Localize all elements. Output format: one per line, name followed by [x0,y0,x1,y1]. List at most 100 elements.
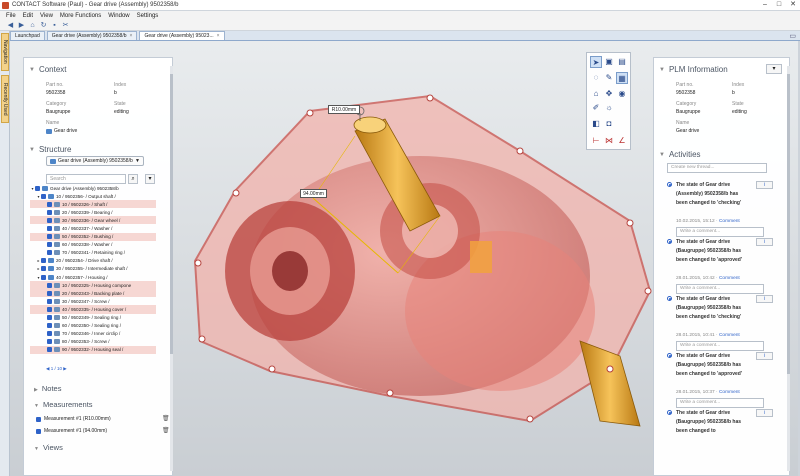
structure-search-input[interactable]: Search [46,174,126,184]
checkbox[interactable] [47,242,52,248]
radius-measurement-label[interactable]: R10.00mm [328,105,360,114]
activity-info-button[interactable]: i [756,238,773,246]
filter-icon[interactable]: ▾ [145,174,155,184]
forward-icon[interactable]: ▶ [17,22,26,30]
checkbox[interactable] [47,226,52,232]
tree-row[interactable]: ▾ 10 / 9502356- / Output shaft / [30,192,156,200]
checkbox[interactable] [41,258,46,264]
checkbox[interactable] [41,274,46,280]
select-cursor-icon[interactable]: ➤ [590,56,602,68]
tree-row[interactable]: 50 / 9502352- / Bushing / [30,232,156,241]
maximize-icon[interactable]: □ [772,0,786,10]
comment-icon[interactable]: ◌ [590,72,602,84]
tree-row[interactable]: 30 / 9502336- / Gear wheel / [30,216,156,225]
sun-icon[interactable]: ☼ [603,102,615,114]
panel-icon[interactable]: ▤ [616,56,628,68]
scrollbar-thumb[interactable] [787,74,790,374]
comment-input[interactable]: Write a comment... [676,398,764,408]
measure-tool-icon[interactable]: ✐ [590,102,602,114]
delete-icon[interactable]: 🗑 [162,415,170,422]
save-icon[interactable]: ▪ [50,22,59,30]
activity-info-button[interactable]: i [756,352,773,360]
checkbox[interactable] [47,347,52,353]
checkbox[interactable] [36,428,41,434]
side-tab-recently-used[interactable]: Recently Used [1,75,9,123]
delete-icon[interactable]: 🗑 [162,427,170,434]
measurements-header[interactable]: ▼ Measurements [34,400,93,409]
explode-icon[interactable]: ⋈ [603,135,615,147]
checkbox[interactable] [47,298,52,304]
length-measurement-label[interactable]: 94.00mm [300,189,327,198]
notes-header[interactable]: ▶ Notes [34,384,61,393]
snapshot-icon[interactable]: ◘ [603,118,615,130]
tree-row[interactable]: 20 / 9502343- / Backing plate / [30,289,156,298]
tree-pager[interactable]: ◀ 1 / 10 ▶ [46,366,67,372]
close-tab-icon[interactable]: × [217,33,220,39]
tree-row[interactable]: 70 / 9502341- / Retaining ring / [30,249,156,257]
tree-row[interactable]: 60 / 9502338- / Washer / [30,241,156,249]
search-icon[interactable]: ⌕ [128,174,138,184]
checkbox[interactable] [47,201,52,207]
context-scrollbar[interactable] [170,66,173,471]
measurement-item[interactable]: Measurement #1 (R10.00mm) [36,416,111,422]
eye-icon[interactable]: ◉ [616,88,628,100]
structure-selector[interactable]: Gear drive (Assembly) 9502358/b ▼ [46,156,144,166]
activities-header[interactable]: ▼ Activities [659,150,701,159]
checkbox[interactable] [47,323,52,329]
tree-row[interactable]: 10 / 9502325- / Housing compone [30,281,156,290]
section-icon[interactable]: ◧ [590,118,602,130]
prev-page-icon[interactable]: ◀ [46,366,49,371]
comment-link[interactable]: Comment [719,333,740,338]
angle-icon[interactable]: ∠ [616,135,628,147]
3d-viewport[interactable]: R10.00mm 94.00mm ▼ Context Part no. 950235… [10,41,800,476]
back-icon[interactable]: ◀ [6,22,15,30]
plm-scrollbar[interactable] [787,66,790,471]
move-icon[interactable]: ✥ [603,88,615,100]
structure-header[interactable]: ▼ Structure [29,145,71,154]
tab-gear-drive-1[interactable]: Gear drive (Assembly) 9502358/b × [46,31,138,40]
home-view-icon[interactable]: ⌂ [590,88,602,100]
comment-input[interactable]: Write a comment... [676,284,764,294]
comment-link[interactable]: Comment [719,390,740,395]
tree-row[interactable]: 40 / 9502335- / Housing cover / [30,305,156,314]
next-page-icon[interactable]: ▶ [63,366,66,371]
menu-view[interactable]: View [40,13,53,19]
checkbox[interactable] [47,331,52,337]
minimize-icon[interactable]: – [758,0,772,10]
comment-input[interactable]: Write a comment... [676,227,764,237]
context-header[interactable]: ▼ Context [29,65,67,74]
tree-row[interactable]: ▾ Gear drive (Assembly) 9502358/b [30,184,156,192]
checkbox[interactable] [36,416,41,422]
activity-info-button[interactable]: i [756,409,773,417]
comment-link[interactable]: Comment [719,276,740,281]
markup-icon[interactable]: ▦ [616,72,628,84]
checkbox[interactable] [47,315,52,321]
home-icon[interactable]: ⌂ [28,22,37,30]
camera-box-icon[interactable]: ▣ [603,56,615,68]
pen-icon[interactable]: ✎ [603,72,615,84]
side-tab-navigation[interactable]: Navigation [1,33,9,71]
tree-row[interactable]: 80 / 9502353- / Screw / [30,338,156,346]
tree-row[interactable]: 20 / 9502339- / Bearing / [30,208,156,216]
plm-options-icon[interactable]: ▾ [766,64,782,74]
tree-row[interactable]: 70 / 9502346- / Inner circlip / [30,330,156,338]
checkbox[interactable] [47,234,52,240]
menu-window[interactable]: Window [108,13,129,19]
tab-overflow-icon[interactable]: ▭ [789,32,800,40]
menu-settings[interactable]: Settings [137,13,159,19]
tree-row[interactable]: 60 / 9502350- / Sealing ring / [30,322,156,330]
activity-info-button[interactable]: i [756,181,773,189]
tree-row[interactable]: ▾ 40 / 9502357- / Housing / [30,273,156,281]
checkbox[interactable] [47,290,52,296]
measurement-item[interactable]: Measurement #1 (94.00mm) [36,428,107,434]
activity-info-button[interactable]: i [756,295,773,303]
menu-file[interactable]: File [6,13,16,19]
checkbox[interactable] [47,250,52,256]
checkbox[interactable] [41,193,46,199]
tree-row[interactable]: 90 / 9502332- / Housing seal / [30,345,156,354]
tree-row[interactable]: ▸ 30 / 9502355- / Intermediate shaft / [30,265,156,273]
tree-row[interactable]: 10 / 9502326- / Shaft / [30,200,156,209]
menu-edit[interactable]: Edit [23,13,33,19]
plm-header[interactable]: ▼ PLM Information [659,65,728,74]
close-tab-icon[interactable]: × [130,33,133,39]
